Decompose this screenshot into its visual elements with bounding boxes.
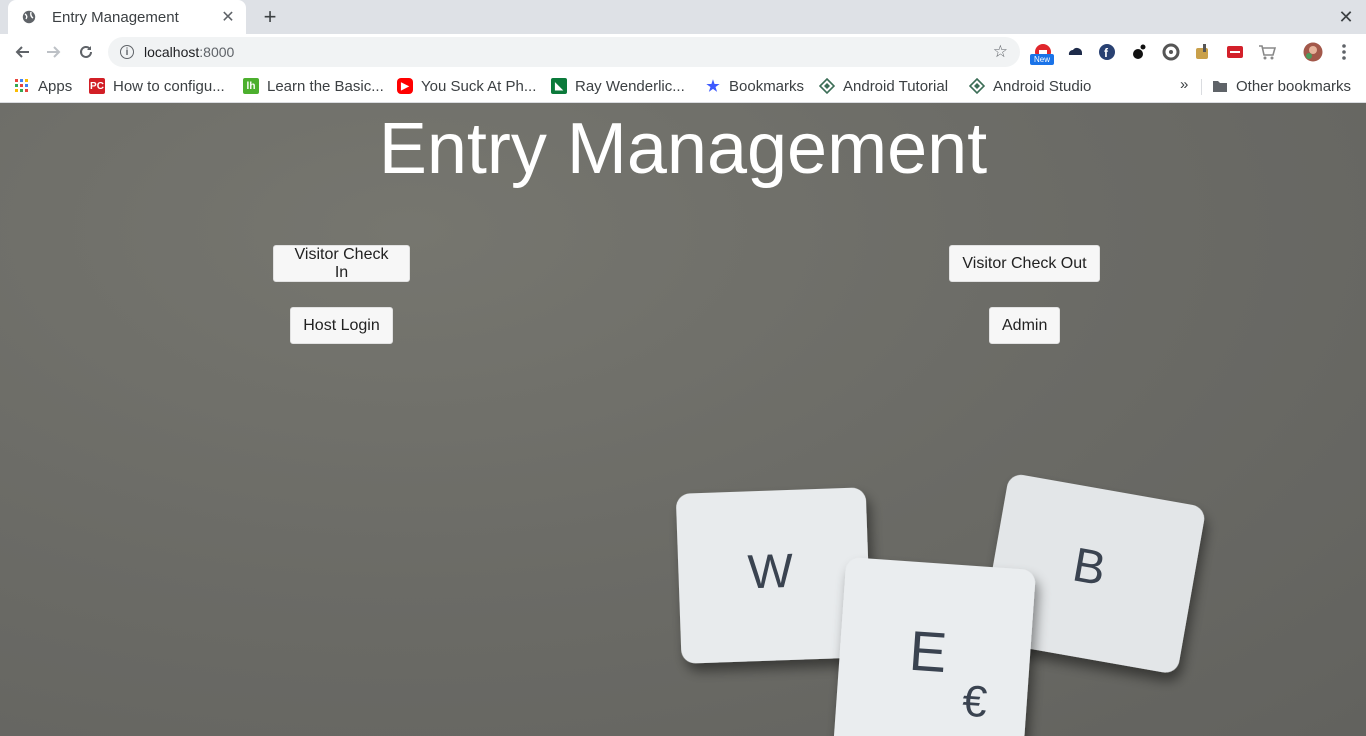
fedora-icon[interactable]: f <box>1097 42 1117 62</box>
close-tab-icon[interactable]: ✕ <box>220 7 236 27</box>
bookmark-android-studio[interactable]: Android Studio <box>969 76 1091 96</box>
new-badge: New <box>1030 54 1054 65</box>
host-login-button[interactable]: Host Login <box>290 307 393 344</box>
star-icon: ★ <box>706 78 720 95</box>
bookmark-label: Learn the Basic... <box>267 77 384 95</box>
bookmark-label: Ray Wenderlic... <box>575 77 685 95</box>
bookmark-label: You Suck At Ph... <box>421 77 537 95</box>
url-port: :8000 <box>199 44 235 60</box>
page-content: Entry Management Visitor Check In Visito… <box>0 103 1366 736</box>
other-bookmarks-label: Other bookmarks <box>1236 77 1352 95</box>
reload-icon[interactable] <box>74 40 98 64</box>
cart-extension-icon[interactable] <box>1257 42 1277 62</box>
browser-tab[interactable]: Entry Management ✕ <box>8 0 246 34</box>
menu-kebab-icon[interactable] <box>1334 42 1354 62</box>
pc-icon: PC <box>89 78 105 94</box>
bookmark-bookmarks[interactable]: ★ Bookmarks <box>705 76 804 96</box>
info-icon[interactable]: i <box>120 45 134 59</box>
red-bar-extension-icon[interactable] <box>1225 42 1245 62</box>
bookmarks-divider <box>1201 79 1202 95</box>
bookmarks-overflow-chevron[interactable]: » <box>1180 76 1188 93</box>
other-bookmarks[interactable]: Other bookmarks <box>1212 76 1351 96</box>
close-window-icon[interactable]: ✕ <box>1334 5 1358 29</box>
tile-e-euro: € <box>961 676 989 727</box>
bookmark-label: Bookmarks <box>729 77 805 95</box>
new-tab-button[interactable]: + <box>258 5 282 29</box>
rw-icon: ◣ <box>551 78 567 94</box>
bookmarks-bar: Apps PC How to configu... lh Learn the B… <box>0 70 1366 103</box>
bookmark-apps[interactable]: Apps <box>14 76 72 96</box>
lh-icon: lh <box>243 78 259 94</box>
bookmark-how-to-configure[interactable]: PC How to configu... <box>89 76 225 96</box>
visitor-check-out-button[interactable]: Visitor Check Out <box>949 245 1100 282</box>
diamond-icon <box>819 78 835 94</box>
tab-strip: Entry Management ✕ + ✕ <box>0 0 1366 34</box>
apps-grid-icon <box>14 78 30 94</box>
url-host: localhost <box>144 44 200 60</box>
bookmark-learn-the-basics[interactable]: lh Learn the Basic... <box>243 76 384 96</box>
address-bar[interactable]: i localhost:8000 ☆ <box>108 37 1020 67</box>
bookmark-label: How to configu... <box>113 77 225 95</box>
profile-avatar[interactable] <box>1302 41 1324 63</box>
bookmark-you-suck-at[interactable]: ▶ You Suck At Ph... <box>397 76 536 96</box>
globe-icon <box>22 10 36 24</box>
tab-title: Entry Management <box>52 8 179 26</box>
bookmark-label: Android Studio <box>993 77 1092 95</box>
visitor-check-in-button[interactable]: Visitor Check In <box>273 245 410 282</box>
tile-w-letter: W <box>747 545 795 600</box>
back-icon[interactable] <box>10 40 34 64</box>
tile-e: E € <box>833 557 1036 736</box>
scrabble-tiles-image: W B E € <box>676 474 1205 736</box>
browser-toolbar: i localhost:8000 ☆ f <box>0 34 1366 70</box>
folder-icon <box>1212 78 1228 94</box>
diamond-icon <box>969 78 985 94</box>
admin-button[interactable]: Admin <box>989 307 1060 344</box>
bookmark-android-tutorial[interactable]: Android Tutorial <box>819 76 948 96</box>
youtube-icon: ▶ <box>397 78 413 94</box>
forward-icon[interactable] <box>42 40 66 64</box>
circle-extension-icon[interactable] <box>1161 42 1181 62</box>
bookmark-label: Apps <box>38 77 73 95</box>
page-title: Entry Management <box>378 109 988 189</box>
bookmark-ray-wenderlich[interactable]: ◣ Ray Wenderlic... <box>551 76 685 96</box>
paint-extension-icon[interactable] <box>1193 42 1213 62</box>
gnome-icon[interactable] <box>1129 42 1149 62</box>
url-text: localhost:8000 <box>144 44 993 60</box>
cloud-extension-icon[interactable] <box>1065 42 1085 62</box>
tile-e-letter: E <box>907 619 949 684</box>
bookmark-label: Android Tutorial <box>843 77 949 95</box>
bookmark-star-icon[interactable]: ☆ <box>993 42 1008 62</box>
